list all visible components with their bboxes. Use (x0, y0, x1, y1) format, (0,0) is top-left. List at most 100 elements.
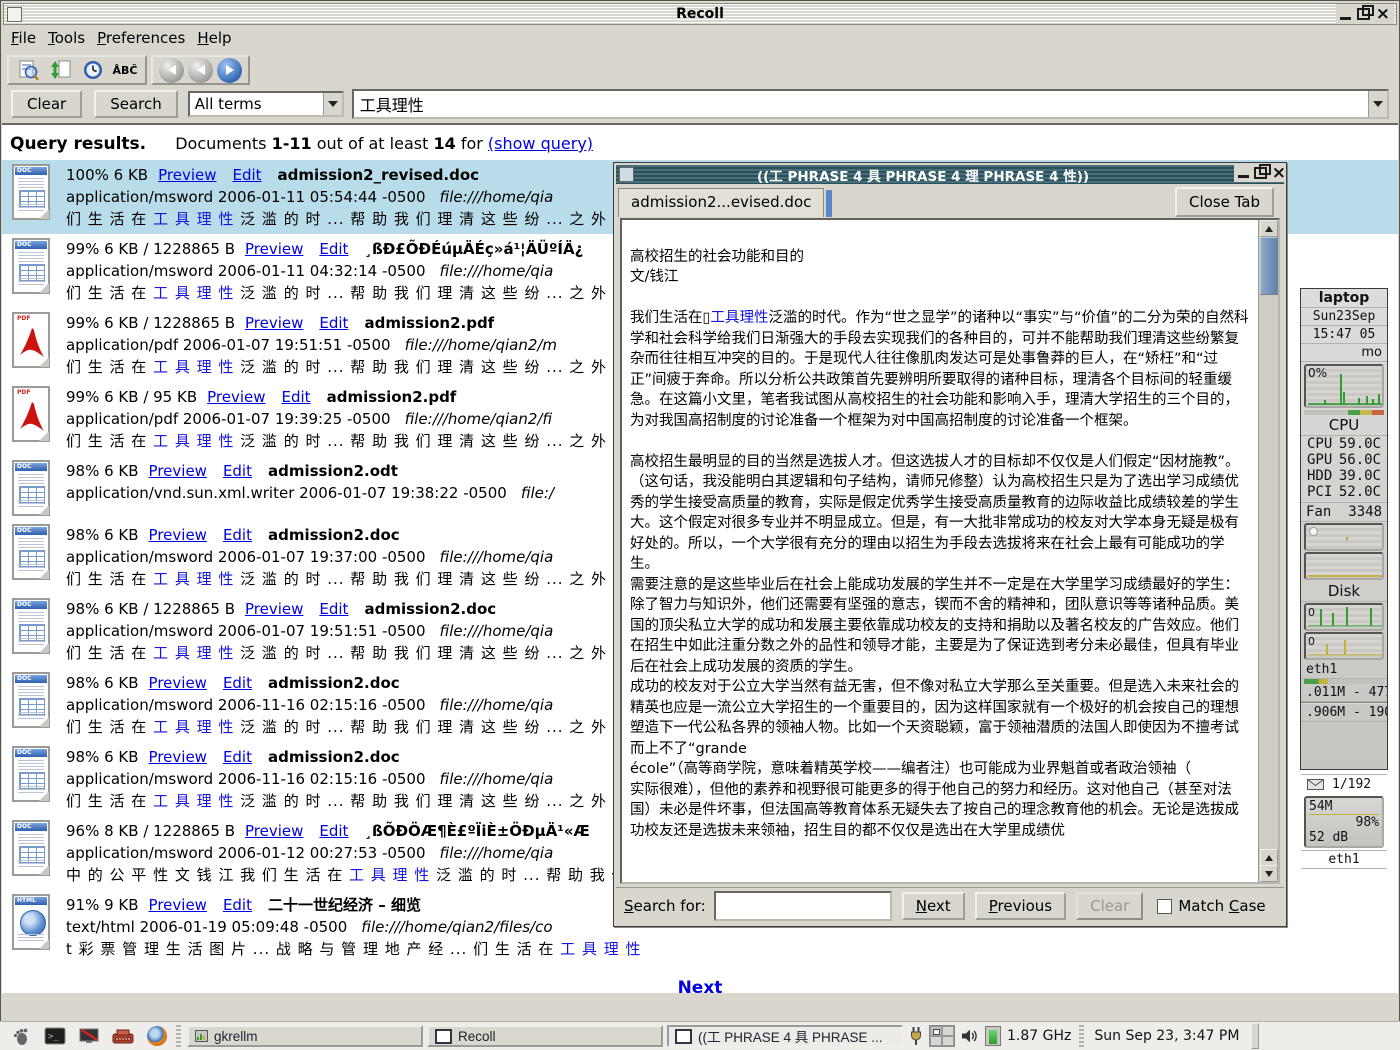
document-history-icon[interactable] (79, 57, 107, 83)
previous-page-icon[interactable] (188, 58, 213, 83)
scroll-up-icon[interactable] (1260, 849, 1278, 866)
menu-file[interactable]: File (11, 27, 44, 49)
edit-link[interactable]: Edit (319, 822, 348, 840)
close-icon[interactable]: × (1272, 166, 1286, 180)
preview-link[interactable]: Preview (149, 674, 207, 692)
power-plug-icon[interactable] (909, 1026, 923, 1046)
result-file-url: file:///home/qia (440, 262, 554, 280)
chevron-down-icon[interactable] (323, 93, 342, 115)
close-icon[interactable]: × (1376, 7, 1390, 21)
workspace-pager[interactable] (929, 1025, 955, 1047)
memory-meter: 54M (1309, 799, 1379, 815)
next-page-link[interactable]: Next (678, 978, 723, 993)
menu-help[interactable]: Help (197, 27, 239, 49)
menu-preferences[interactable]: Preferences (97, 27, 193, 49)
scroll-down-icon[interactable] (1260, 865, 1278, 882)
gkrellm-monitor[interactable]: laptop Sun23Sep 15:47 05 mo 0% CPU CPU59… (1300, 288, 1388, 770)
result-file-url: file:///home/qian2/fi (405, 410, 553, 428)
preview-link[interactable]: Preview (207, 388, 265, 406)
scrollbar-thumb[interactable] (1260, 237, 1278, 295)
advanced-search-icon[interactable] (15, 57, 43, 83)
highlighted-term: 工具理性 (710, 310, 768, 326)
edit-link[interactable]: Edit (223, 748, 252, 766)
match-case-checkbox[interactable] (1157, 899, 1172, 914)
minimize-icon[interactable] (1340, 17, 1351, 20)
result-mimetype-date: application/vnd.sun.xml.writer 2006-01-0… (66, 484, 507, 502)
preview-link[interactable]: Preview (149, 748, 207, 766)
volume-icon[interactable] (961, 1028, 979, 1044)
term-explorer-icon[interactable]: ÅBĈ (111, 57, 139, 83)
result-score-size: 100% 6 KB (66, 166, 148, 184)
preview-link[interactable]: Preview (149, 462, 207, 480)
preview-titlebar[interactable]: ((工 PHRASE 4 具 PHRASE 4 理 PHRASE 4 性)) (616, 165, 1284, 184)
battery-icon[interactable] (985, 1026, 1001, 1046)
gnome-foot-icon[interactable] (8, 1024, 34, 1048)
preview-tab[interactable]: admission2...evised.doc (618, 188, 824, 217)
system-tray: 1.87 GHz (909, 1025, 1086, 1047)
first-page-icon[interactable] (159, 58, 184, 83)
menu-tools[interactable]: Tools (48, 27, 93, 49)
query-history-dropdown-icon[interactable] (1368, 91, 1387, 117)
show-query-link[interactable]: (show query) (488, 134, 593, 153)
preview-link[interactable]: Preview (245, 314, 303, 332)
fan-label: Fan (1306, 504, 1331, 520)
preview-scrollbar[interactable] (1258, 220, 1278, 882)
edit-link[interactable]: Edit (319, 240, 348, 258)
result-score-size: 99% 6 KB / 1228865 B (66, 240, 235, 258)
firefox-icon[interactable] (144, 1024, 170, 1048)
maximize-icon[interactable] (1254, 167, 1267, 179)
edit-link[interactable]: Edit (319, 600, 348, 618)
minimize-icon[interactable] (1238, 175, 1249, 178)
edit-link[interactable]: Edit (232, 166, 261, 184)
edit-link[interactable]: Edit (223, 526, 252, 544)
find-previous-button[interactable]: Previous (975, 892, 1066, 920)
result-title-line: 98% 6 KBPreviewEditadmission2.odt (66, 460, 554, 482)
lock-screen-icon[interactable] (76, 1024, 102, 1048)
text-segment: 泛 滥 的 时 ... 帮 助 我 们 理 清 这 些 纷 ... 之 外 的 (234, 644, 628, 662)
find-clear-button[interactable]: Clear (1076, 892, 1143, 920)
text-segment: 泛 滥 的 时 ... 帮 助 我 们 理 清 这 些 纷 ... 之 外 的 (234, 792, 628, 810)
edit-link[interactable]: Edit (223, 896, 252, 914)
terminal-icon[interactable]: >_ (42, 1024, 68, 1048)
taskbar: >_ gkrellm Recoll ((工 PHRASE 4 具 PHRASE … (0, 1021, 1400, 1050)
temp-label: HDD (1307, 468, 1332, 484)
close-tab-button[interactable]: Close Tab (1175, 187, 1274, 217)
edit-link[interactable]: Edit (282, 388, 311, 406)
typewriter-icon[interactable] (110, 1024, 136, 1048)
panel-hide-button[interactable] (1251, 1023, 1259, 1049)
result-meta-line: application/msword 2006-11-16 02:15:16 -… (66, 768, 629, 790)
sort-parameters-icon[interactable] (47, 57, 75, 83)
edit-link[interactable]: Edit (223, 462, 252, 480)
doc-file-icon: DOC (12, 238, 50, 294)
preview-link[interactable]: Preview (245, 240, 303, 258)
svg-text:>_: >_ (48, 1032, 59, 1042)
search-button[interactable]: Search (94, 90, 178, 118)
preview-link[interactable]: Preview (245, 822, 303, 840)
clear-button[interactable]: Clear (11, 90, 82, 118)
task-button-preview[interactable]: ((工 PHRASE 4 具 PHRASE ... (667, 1025, 903, 1047)
result-mimetype-date: text/html 2006-01-19 05:09:48 -0500 (66, 918, 347, 936)
edit-link[interactable]: Edit (223, 674, 252, 692)
preview-content[interactable]: 高校招生的社会功能和目的文/钱江 我们生活在▯工具理性泛滥的时代。作为“世之显学… (620, 218, 1280, 884)
next-page-icon[interactable] (217, 58, 242, 83)
result-snippet: 们 生 活 在 工 具 理 性 泛 滥 的 时 ... 帮 助 我 们 理 清 … (66, 208, 629, 230)
edit-link[interactable]: Edit (319, 314, 348, 332)
search-mode-combobox[interactable]: All terms (188, 91, 344, 117)
preview-link[interactable]: Preview (149, 896, 207, 914)
preview-link[interactable]: Preview (149, 526, 207, 544)
doc-file-icon: DOC (12, 672, 50, 728)
main-titlebar[interactable]: Recoll × (3, 3, 1397, 25)
task-button-gkrellm[interactable]: gkrellm (187, 1025, 423, 1047)
find-next-button[interactable]: Next (902, 892, 965, 920)
task-button-recoll[interactable]: Recoll (427, 1025, 663, 1047)
taskbar-clock[interactable]: Sun Sep 23, 3:47 PM (1094, 1028, 1239, 1044)
restore-icon[interactable] (1357, 8, 1370, 20)
find-input[interactable] (714, 891, 892, 921)
text-segment: 泛 滥 的 时 ... 帮 助 我 们 理 清 这 些 纷 ... 之 外 的 (234, 432, 628, 450)
query-input[interactable] (354, 94, 1368, 115)
preview-link[interactable]: Preview (245, 600, 303, 618)
result-snippet: t 彩 票 管 理 生 活 图 片 ... 战 略 与 管 理 地 产 经 ..… (66, 938, 641, 960)
scroll-up-icon[interactable] (1260, 220, 1278, 237)
temp-value: 56.0C (1339, 452, 1381, 468)
preview-link[interactable]: Preview (158, 166, 216, 184)
